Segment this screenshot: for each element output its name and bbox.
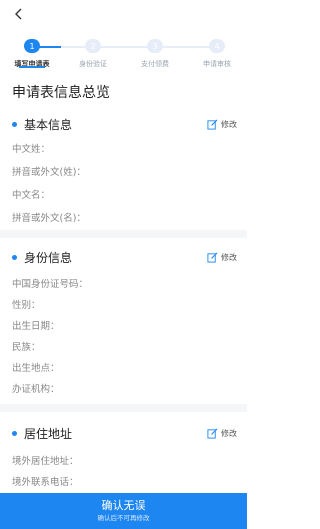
field-overseas-phone: 境外联系电话： [12,477,79,488]
step-number: 1 [24,39,40,53]
edit-identity-info-button[interactable]: 修改 [207,250,237,264]
step-payment: 3 支付领费 [130,36,180,72]
section-identity-info: 身份信息 修改 中国身份证号码： 性别： 出生日期： 民族： 出生地点： 办证机… [0,248,247,398]
field-gender: 性别： [12,300,41,311]
section-title: 身份信息 [24,251,73,265]
bullet-icon [12,431,17,436]
step-number: 2 [85,39,101,53]
field-birth-date: 出生日期： [12,321,60,332]
step-number: 4 [209,39,225,53]
edit-address-button[interactable]: 修改 [207,426,237,440]
chevron-left-icon [15,8,22,20]
section-divider [0,404,247,412]
step-review: 4 申请审核 [192,36,242,72]
edit-label: 修改 [221,428,237,438]
section-basic-info: 基本信息 修改 中文姓： 拼音或外文(姓)： 中文名： 拼音或外文(名)： [0,115,247,225]
top-bar [0,0,247,28]
field-chinese-given-name: 中文名： [12,190,51,201]
section-residence-address: 居住地址 修改 境外居住地址： 境外联系电话： [0,424,247,490]
field-id-number: 中国身份证号码： [12,279,89,290]
bullet-icon [12,122,17,127]
field-issuing-authority: 办证机构： [12,384,60,395]
edit-label: 修改 [221,119,237,129]
confirm-sublabel: 确认后不可再修改 [97,514,150,522]
edit-icon [207,119,218,130]
field-pinyin-given-name: 拼音或外文(名)： [12,213,86,224]
section-header: 身份信息 修改 [0,248,247,268]
step-label: 支付领费 [141,60,169,68]
confirm-label: 确认无误 [101,499,146,512]
back-button[interactable] [10,4,28,24]
field-birthplace: 出生地点： [12,363,60,374]
step-fill-form: 1 填写申请表 [7,36,57,72]
section-header: 居住地址 修改 [0,424,247,444]
progress-stepper: 1 填写申请表 2 身份验证 3 支付领费 4 申请审核 [0,36,247,76]
confirm-button[interactable]: 确认无误 确认后不可再修改 [0,493,247,529]
section-title: 居住地址 [24,427,73,441]
step-label: 身份验证 [79,60,107,68]
field-chinese-surname: 中文姓： [12,144,51,155]
section-divider [0,230,247,238]
section-title: 基本信息 [24,118,73,132]
edit-icon [207,252,218,263]
section-header: 基本信息 修改 [0,115,247,135]
field-pinyin-surname: 拼音或外文(姓)： [12,167,86,178]
page-title: 申请表信息总览 [12,85,110,101]
field-overseas-address: 境外居住地址： [12,456,79,467]
step-underline [19,66,45,68]
step-identity-verify: 2 身份验证 [68,36,118,72]
edit-basic-info-button[interactable]: 修改 [207,117,237,131]
field-ethnicity: 民族： [12,342,41,353]
bullet-icon [12,255,17,260]
step-number: 3 [147,39,163,53]
edit-icon [207,428,218,439]
step-label: 申请审核 [203,60,231,68]
edit-label: 修改 [221,252,237,262]
